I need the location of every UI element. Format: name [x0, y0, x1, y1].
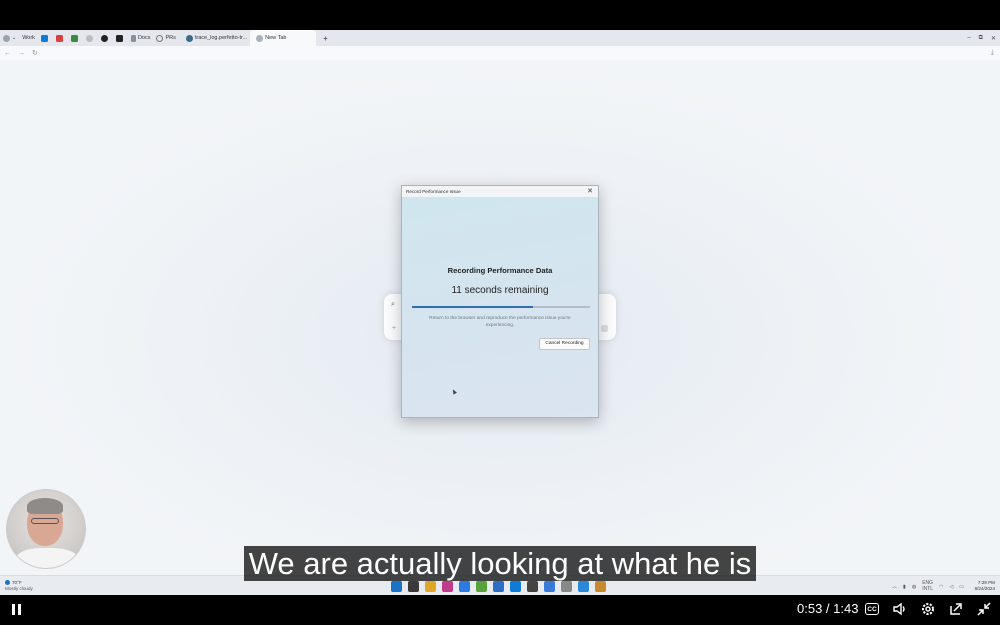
- time-remaining: 11 seconds remaining: [451, 285, 549, 296]
- browser-tab-strip: ⌄ Work Docs PRs trace_log.perfetto-tr...: [0, 30, 1000, 46]
- pause-button[interactable]: [12, 604, 22, 615]
- share-icon: [950, 603, 962, 615]
- outlook-icon[interactable]: [38, 30, 53, 46]
- browser-toolbar: ← → ↻ ⤓: [0, 46, 1000, 60]
- add-icon[interactable]: +: [392, 325, 396, 332]
- language-indicator[interactable]: ENG INTL: [922, 580, 933, 592]
- mouse-cursor-icon: [451, 388, 457, 395]
- settings-button[interactable]: [920, 601, 936, 617]
- dialog-title-bar: Record Performance Issue ✕: [402, 186, 598, 197]
- playback-time: 0:53 / 1:43: [797, 601, 859, 616]
- taskbar-app-icon[interactable]: [391, 581, 402, 592]
- gmail-icon[interactable]: [53, 30, 68, 46]
- presenter-webcam: [6, 489, 86, 569]
- taskbar-app-icon[interactable]: [476, 581, 487, 592]
- taskbar-app-icon[interactable]: [561, 581, 572, 592]
- profile-icon[interactable]: ⌄: [0, 30, 19, 46]
- refresh-icon[interactable]: [83, 30, 98, 46]
- close-icon[interactable]: ✕: [587, 186, 593, 197]
- taskbar-apps: [391, 581, 606, 592]
- video-caption: We are actually looking at what he is: [244, 546, 756, 581]
- speaker-icon: [893, 602, 905, 616]
- collapse-icon: [977, 602, 991, 616]
- system-tray: ︿ ▮ ◍ ENG INTL ◠ ◁ ▭: [892, 580, 964, 592]
- taskbar-clock[interactable]: 7:29 PM 8/24/2024: [975, 580, 995, 591]
- video-player-controls: 0:53 / 1:43 CC: [0, 595, 1000, 625]
- taskbar-app-icon[interactable]: [442, 581, 453, 592]
- exit-fullscreen-button[interactable]: [976, 601, 992, 617]
- dialog-heading: Recording Performance Data: [447, 266, 553, 275]
- weather-temp: 70°F: [12, 580, 22, 585]
- weather-widget[interactable]: 70°F Mostly cloudy: [5, 580, 33, 591]
- perfetto-icon: [185, 34, 193, 42]
- tab-trace-log[interactable]: trace_log.perfetto-tr...: [183, 30, 250, 46]
- taskbar-app-icon[interactable]: [493, 581, 504, 592]
- usb-icon[interactable]: ▮: [903, 584, 906, 590]
- wifi-icon[interactable]: ◠: [939, 584, 943, 590]
- dialog-message: Return to the browser and reproduce the …: [429, 316, 571, 328]
- github-icon[interactable]: [98, 30, 113, 46]
- taskbar-app-icon[interactable]: [425, 581, 436, 592]
- dialog-title: Record Performance Issue: [406, 189, 461, 194]
- weather-icon: [5, 580, 10, 586]
- chevron-down-icon: ⌄: [12, 35, 17, 41]
- volume-button[interactable]: [892, 601, 908, 617]
- cancel-recording-button[interactable]: Cancel Recording: [539, 338, 590, 350]
- taskbar-app-icon[interactable]: [527, 581, 538, 592]
- mic-icon[interactable]: ◍: [912, 584, 916, 590]
- pr-icon: [156, 34, 164, 42]
- minimize-button[interactable]: –: [967, 35, 970, 41]
- search-icon: ⌕: [391, 301, 395, 308]
- chevron-up-icon[interactable]: ︿: [892, 583, 897, 590]
- restore-button[interactable]: ⧉: [979, 35, 983, 42]
- download-icon[interactable]: ⤓: [991, 49, 994, 57]
- reload-icon[interactable]: ↻: [32, 49, 38, 57]
- taskbar-app-icon[interactable]: [578, 581, 589, 592]
- new-tab-button[interactable]: +: [320, 30, 331, 46]
- close-window-button[interactable]: ✕: [991, 35, 996, 42]
- notion-icon[interactable]: [113, 30, 128, 46]
- gear-icon: [922, 603, 934, 615]
- favorite-docs[interactable]: Docs: [128, 30, 154, 46]
- battery-icon[interactable]: ▭: [959, 584, 964, 590]
- puzzle-icon[interactable]: [68, 30, 83, 46]
- captions-button[interactable]: CC: [865, 603, 879, 615]
- progress-fill: [412, 306, 534, 308]
- taskbar-app-icon[interactable]: [544, 581, 555, 592]
- favorite-prs[interactable]: PRs: [153, 30, 178, 46]
- taskbar-app-icon[interactable]: [459, 581, 470, 592]
- back-icon[interactable]: ←: [4, 50, 11, 57]
- video-frame: ⌄ Work Docs PRs trace_log.perfetto-tr...: [0, 0, 1000, 625]
- weather-desc: Mostly cloudy: [5, 585, 33, 591]
- share-button[interactable]: [948, 601, 964, 617]
- taskbar-app-icon[interactable]: [510, 581, 521, 592]
- favorite-work[interactable]: Work: [19, 30, 38, 46]
- volume-icon[interactable]: ◁: [949, 584, 953, 590]
- cloud-icon: [256, 34, 264, 42]
- taskbar-app-icon[interactable]: [408, 581, 419, 592]
- tab-new-tab[interactable]: New Tab: [250, 30, 317, 46]
- recording-progress-bar: [412, 306, 590, 308]
- forward-icon[interactable]: →: [18, 50, 25, 57]
- record-performance-dialog: Record Performance Issue ✕ Recording Per…: [401, 185, 599, 418]
- docs-icon: [130, 34, 136, 42]
- window-controls: – ⧉ ✕: [967, 30, 996, 46]
- taskbar-app-icon[interactable]: [595, 581, 606, 592]
- screen-recording: ⌄ Work Docs PRs trace_log.perfetto-tr...: [0, 30, 1000, 595]
- submit-icon[interactable]: [601, 325, 608, 332]
